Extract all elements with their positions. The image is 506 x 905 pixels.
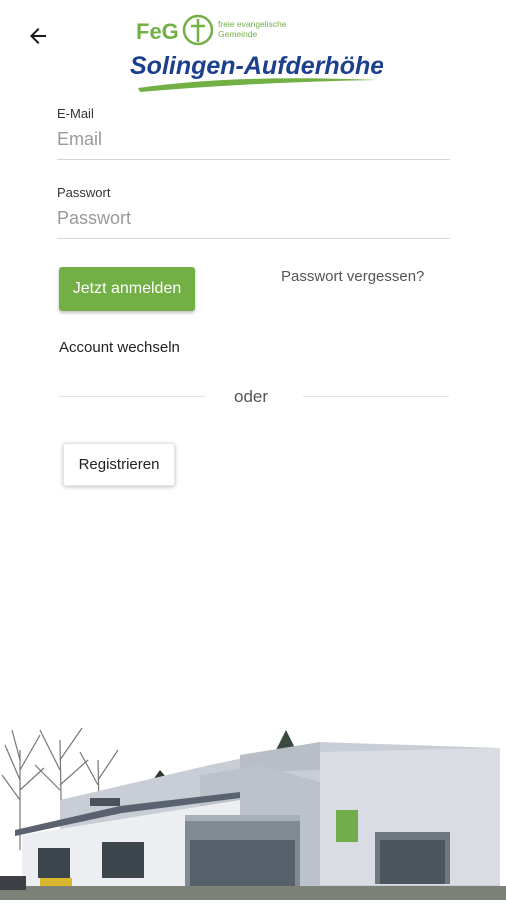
password-input[interactable] xyxy=(57,202,450,239)
back-button[interactable] xyxy=(22,20,54,52)
login-button[interactable]: Jetzt anmelden xyxy=(59,267,195,311)
or-separator-text: oder xyxy=(234,387,269,406)
email-field: E-Mail xyxy=(57,106,450,160)
church-logo: FeG freie evangelische Gemeinde Solingen… xyxy=(128,12,384,96)
logo-acronym: FeG xyxy=(136,19,179,44)
divider-left xyxy=(59,396,205,397)
password-label: Passwort xyxy=(57,185,111,200)
switch-account-link[interactable]: Account wechseln xyxy=(59,339,180,356)
logo-tagline-2: Gemeinde xyxy=(218,29,257,39)
logo-tagline-1: freie evangelische xyxy=(218,19,287,29)
church-logo-graphic: FeG freie evangelische Gemeinde Solingen… xyxy=(130,14,384,92)
church-building-image xyxy=(0,690,506,900)
logo-swoosh xyxy=(138,78,378,92)
password-field: Passwort xyxy=(57,185,450,239)
email-input[interactable] xyxy=(57,123,450,160)
logo-location: Solingen-Aufderhöhe xyxy=(130,52,383,80)
register-button[interactable]: Registrieren xyxy=(63,443,175,486)
email-label: E-Mail xyxy=(57,106,94,121)
forgot-password-link[interactable]: Passwort vergessen? xyxy=(281,268,424,285)
arrow-left-icon xyxy=(30,28,46,44)
divider-right xyxy=(303,396,449,397)
